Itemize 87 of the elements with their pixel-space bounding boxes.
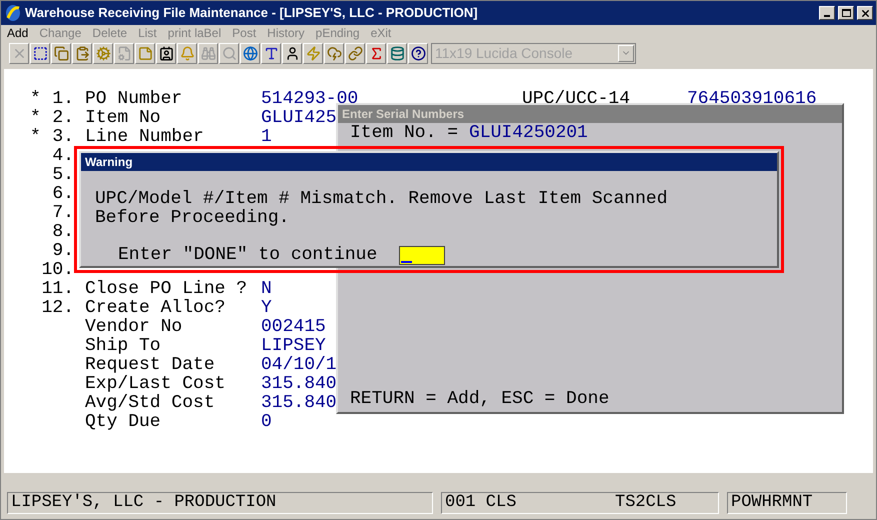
toolbar-button[interactable] bbox=[282, 42, 302, 64]
field-number: 4. bbox=[52, 146, 74, 166]
upc-label: UPC/UCC-14 bbox=[522, 90, 632, 109]
field-number: 10. bbox=[42, 260, 74, 280]
menu-item[interactable]: Add bbox=[7, 24, 28, 42]
toolbar-button[interactable] bbox=[156, 42, 176, 64]
warning-message: UPC/Model #/Item # Mismatch. Remove Last Item Scanned bbox=[95, 190, 668, 209]
contact-card-icon bbox=[158, 46, 174, 60]
copy-icon bbox=[54, 46, 68, 60]
toolbar-button[interactable] bbox=[30, 42, 50, 64]
field-value: 002415 bbox=[261, 318, 326, 337]
bell-icon bbox=[180, 46, 194, 60]
status-panel: POWHRMNT bbox=[727, 492, 847, 514]
field-value: 315.840 bbox=[261, 394, 337, 413]
field-label: Vendor No bbox=[85, 317, 182, 337]
status-text: 001 CLS bbox=[445, 493, 518, 513]
field-label: Create Alloc? bbox=[85, 298, 226, 318]
warning-message: Before Proceeding. bbox=[95, 209, 290, 228]
binoculars-icon bbox=[200, 46, 216, 60]
field-label: Request Date bbox=[85, 355, 215, 375]
note-icon bbox=[138, 46, 152, 60]
close-icon bbox=[860, 8, 870, 18]
clipboard-icon bbox=[74, 46, 90, 60]
field-value: LIPSEY bbox=[261, 337, 326, 356]
status-text: TS2CLS bbox=[615, 493, 676, 513]
field-number: 12. bbox=[42, 298, 74, 318]
upc-value: 764503910616 bbox=[687, 90, 817, 109]
required-mark: * bbox=[30, 127, 41, 147]
prompt-text: Enter "DONE" to continue bbox=[118, 246, 378, 265]
field-number: 6. bbox=[52, 184, 74, 204]
dashed-square-icon bbox=[32, 46, 48, 60]
text-icon bbox=[264, 46, 278, 60]
input-field[interactable] bbox=[399, 246, 446, 265]
toolbar-button[interactable] bbox=[408, 42, 428, 64]
app-logo-icon bbox=[4, 4, 22, 22]
file-gear-icon bbox=[116, 46, 132, 60]
field-value: N bbox=[261, 280, 272, 299]
field-number: 11. bbox=[42, 279, 74, 299]
dialog-title: Enter Serial Numbers bbox=[342, 106, 464, 123]
field-number: 2. bbox=[52, 108, 74, 128]
window-title: Warehouse Receiving File Maintenance - [LIPSEY'S, LLC - PRODUCTION] bbox=[25, 4, 479, 22]
field-value: Y bbox=[261, 299, 272, 318]
field-number: 1. bbox=[52, 89, 74, 109]
field-number: 8. bbox=[52, 222, 74, 242]
field-number: 5. bbox=[52, 165, 74, 185]
field-value: 0 bbox=[261, 413, 272, 432]
globe-icon bbox=[242, 46, 258, 60]
maximize-button[interactable] bbox=[838, 6, 854, 20]
minimize-icon bbox=[824, 15, 830, 17]
text-cursor bbox=[401, 261, 412, 263]
status-panel: LIPSEY'S, LLC - PRODUCTION bbox=[7, 492, 433, 514]
close-button[interactable] bbox=[857, 6, 873, 20]
field-label: PO Number bbox=[85, 89, 182, 109]
field-label: Item No bbox=[85, 108, 161, 128]
field-number: 3. bbox=[52, 127, 74, 147]
field-label: Close PO Line ? bbox=[85, 279, 248, 299]
field-number: 9. bbox=[52, 241, 74, 261]
toolbar-button[interactable] bbox=[240, 42, 260, 64]
field-value: 1 bbox=[261, 128, 272, 147]
user-icon bbox=[284, 46, 300, 60]
field-label: Qty Due bbox=[85, 412, 161, 432]
field-label: Exp/Last Cost bbox=[85, 374, 226, 394]
maximize-icon bbox=[842, 9, 850, 17]
minimize-button[interactable] bbox=[819, 6, 835, 20]
field-value: 315.840 bbox=[261, 375, 337, 394]
toolbar-button[interactable] bbox=[387, 42, 407, 64]
key-hint: RETURN = Add, ESC = Done bbox=[349, 390, 610, 411]
item-value: GLUI4250201 bbox=[469, 124, 588, 143]
search-icon bbox=[222, 46, 236, 60]
field-label: Line Number bbox=[85, 127, 204, 147]
help-icon bbox=[410, 46, 426, 60]
item-label: Item No. = bbox=[350, 124, 458, 143]
field-value: 04/10/1 bbox=[261, 356, 337, 375]
field-label: Ship To bbox=[85, 336, 161, 356]
gear-icon bbox=[96, 46, 110, 60]
field-value: GLUI425 bbox=[261, 109, 337, 128]
field-label: Avg/Std Cost bbox=[85, 393, 215, 413]
required-mark: * bbox=[30, 89, 41, 109]
required-mark: * bbox=[30, 108, 41, 128]
dialog-title: Warning bbox=[85, 154, 133, 171]
cloud-lightning-icon bbox=[326, 46, 342, 60]
field-number: 7. bbox=[52, 203, 74, 223]
database-icon bbox=[390, 46, 404, 60]
field-value: 514293-00 bbox=[261, 90, 358, 109]
toolbar-button[interactable] bbox=[261, 42, 281, 64]
lightning-icon bbox=[306, 46, 320, 60]
link-icon bbox=[348, 46, 362, 60]
